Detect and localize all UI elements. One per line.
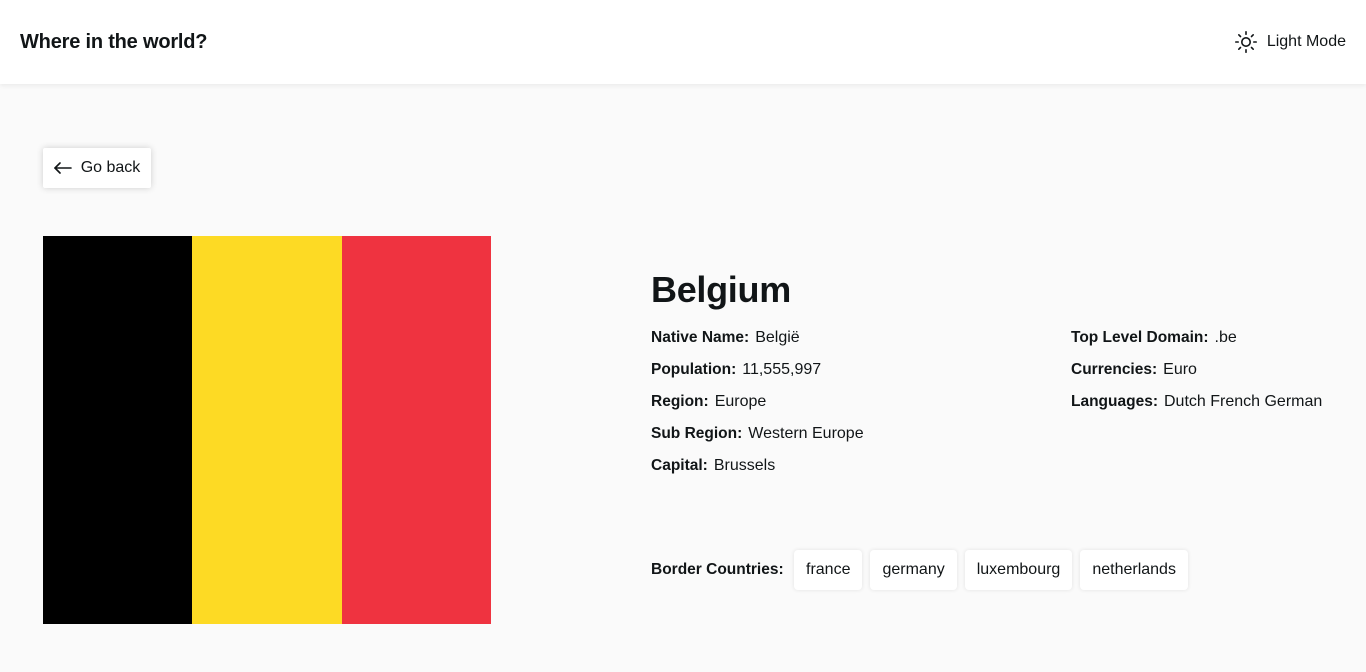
- info-row: Sub Region: Western Europe: [651, 423, 864, 445]
- border-countries-label: Border Countries:: [651, 561, 784, 578]
- info-value: België: [755, 329, 800, 346]
- info-key: Region:: [651, 393, 709, 410]
- theme-toggle-label: Light Mode: [1266, 33, 1346, 50]
- app-title: Where in the world?: [20, 30, 208, 53]
- info-key: Native Name:: [651, 329, 750, 346]
- info-value: Western Europe: [748, 425, 864, 442]
- info-key: Population:: [651, 361, 737, 378]
- info-key: Currencies:: [1071, 361, 1158, 378]
- app-header: Where in the world? Light Mode: [0, 0, 1366, 84]
- border-country-chip[interactable]: luxembourg: [964, 550, 1073, 590]
- info-key: Sub Region:: [651, 425, 743, 442]
- flag-stripe: [341, 236, 491, 624]
- info-value: 11,555,997: [742, 361, 822, 378]
- go-back-button[interactable]: Go back: [43, 148, 151, 188]
- country-name: Belgium: [651, 269, 791, 310]
- info-key: Top Level Domain:: [1071, 329, 1209, 346]
- border-country-chip[interactable]: germany: [870, 550, 957, 590]
- info-row: Top Level Domain: .be: [1071, 327, 1237, 349]
- info-value: Dutch French German: [1163, 393, 1323, 410]
- info-row: Native Name: België: [651, 327, 800, 349]
- info-row: Region: Europe: [651, 391, 766, 413]
- go-back-label: Go back: [80, 159, 141, 176]
- border-country-chip[interactable]: netherlands: [1080, 550, 1188, 590]
- arrow-left-icon: [53, 162, 72, 174]
- info-key: Languages:: [1071, 393, 1158, 410]
- info-key: Capital:: [651, 457, 708, 474]
- info-row: Capital: Brussels: [651, 455, 775, 477]
- country-details: Belgium: [651, 268, 791, 312]
- flag-stripe: [192, 236, 342, 624]
- info-value: Brussels: [713, 457, 776, 474]
- info-row: Currencies: Euro: [1071, 359, 1197, 381]
- theme-toggle-button[interactable]: Light Mode: [1234, 30, 1346, 54]
- info-row: Population: 11,555,997: [651, 359, 821, 381]
- info-row: Languages: Dutch French German: [1071, 391, 1322, 413]
- country-flag: [43, 236, 491, 624]
- info-value: Europe: [714, 393, 767, 410]
- border-countries-list: france germany luxembourg netherlands: [794, 550, 1188, 590]
- border-country-chip[interactable]: france: [794, 550, 863, 590]
- flag-stripe: [43, 236, 193, 624]
- sun-icon: [1234, 30, 1258, 54]
- info-value: .be: [1214, 329, 1237, 346]
- info-value: Euro: [1163, 361, 1197, 378]
